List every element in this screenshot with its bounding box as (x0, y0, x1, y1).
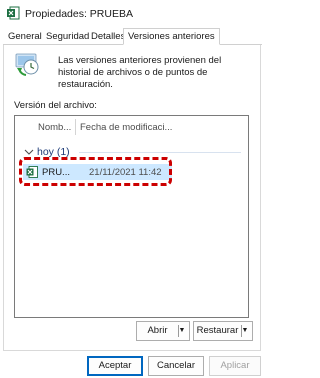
file-name: PRU... (42, 167, 70, 178)
file-date: 21/11/2021 11:42 (89, 167, 162, 178)
list-item[interactable]: PRU... 21/11/2021 11:42 (23, 164, 172, 180)
column-header-name[interactable]: Nomb... (38, 122, 71, 133)
group-divider (79, 152, 241, 153)
excel-file-icon (7, 6, 20, 20)
file-version-label: Versión del archivo: (14, 100, 97, 111)
open-dropdown-arrow-icon[interactable]: ▼ (177, 322, 187, 340)
tab-detalles[interactable]: Detalles (91, 30, 125, 44)
excel-file-icon (26, 166, 38, 178)
info-description: Las versiones anteriores provienen del h… (58, 55, 222, 90)
title-bar: Propiedades: PRUEBA (0, 0, 265, 28)
ok-button[interactable]: Aceptar (87, 356, 143, 376)
open-button[interactable]: Abrir ▼ (136, 321, 190, 341)
restore-points-icon (15, 53, 39, 76)
restore-button[interactable]: Restaurar ▼ (193, 321, 253, 341)
restore-button-label: Restaurar (196, 325, 239, 336)
tab-general[interactable]: General (8, 30, 42, 44)
apply-button[interactable]: Aplicar (209, 356, 261, 376)
cancel-button[interactable]: Cancelar (148, 356, 204, 376)
column-header-date[interactable]: Fecha de modificaci... (80, 122, 172, 133)
chevron-down-icon[interactable] (24, 147, 34, 157)
tab-strip: General Seguridad Detalles Versiones ant… (0, 28, 265, 45)
column-divider[interactable] (75, 119, 76, 135)
versions-list[interactable]: Nomb... Fecha de modificaci... hoy (1) P… (14, 115, 249, 318)
window-title: Propiedades: PRUEBA (25, 8, 133, 20)
group-title: hoy (1) (37, 146, 70, 158)
group-header-today[interactable]: hoy (1) (21, 144, 241, 160)
open-button-label: Abrir (147, 325, 168, 336)
restore-dropdown-arrow-icon[interactable]: ▼ (240, 322, 250, 340)
tab-seguridad[interactable]: Seguridad (46, 30, 89, 44)
tab-versiones-anteriores[interactable]: Versiones anteriores (123, 28, 220, 45)
